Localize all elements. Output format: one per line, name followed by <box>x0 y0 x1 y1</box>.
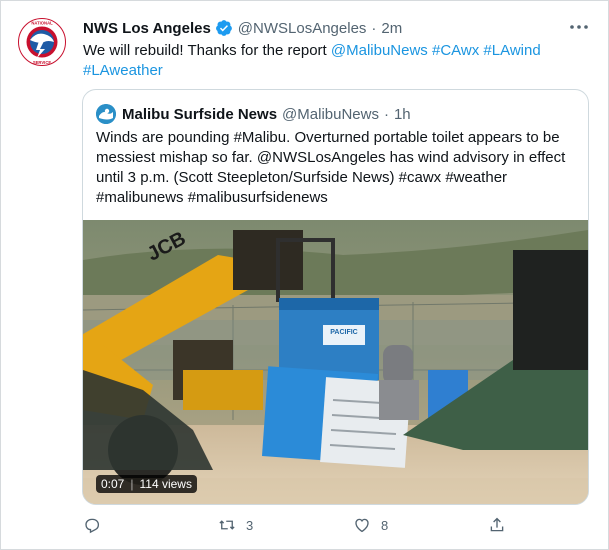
video-player[interactable]: JCB PACIFIC 0:07 | 114 views <box>83 220 588 504</box>
share-button[interactable] <box>488 513 506 537</box>
nws-logo-avatar[interactable]: NATIONAL SERVICE <box>18 18 66 66</box>
author-handle[interactable]: @NWSLosAngeles <box>238 20 367 37</box>
video-frame: JCB PACIFIC <box>83 220 588 504</box>
like-icon <box>355 518 369 533</box>
like-count: 8 <box>381 517 389 533</box>
reply-icon <box>85 518 100 534</box>
quoted-avatar[interactable] <box>96 104 116 124</box>
hashtag-link[interactable]: #LAwind <box>483 42 540 59</box>
tweet-header: NWS Los Angeles @NWSLosAngeles · 2m <box>83 17 402 39</box>
quoted-author-handle[interactable]: @MalibuNews <box>282 106 379 123</box>
quoted-separator: · <box>383 105 389 123</box>
video-stats-badge: 0:07 | 114 views <box>96 475 197 493</box>
verified-icon <box>215 20 232 36</box>
tweet-actions: 3 8 <box>83 513 583 537</box>
reply-button[interactable] <box>83 513 111 537</box>
tweet-timestamp[interactable]: 2m <box>381 20 402 37</box>
video-scene-toilet-label: PACIFIC <box>330 329 357 336</box>
quoted-header: Malibu Surfside News @MalibuNews · 1h <box>96 104 411 124</box>
quoted-tweet[interactable]: Malibu Surfside News @MalibuNews · 1h Wi… <box>82 89 589 505</box>
quoted-timestamp[interactable]: 1h <box>394 106 411 123</box>
author-name[interactable]: NWS Los Angeles <box>83 20 211 37</box>
svg-text:NATIONAL: NATIONAL <box>31 21 53 26</box>
tweet-text: We will rebuild! Thanks for the report @… <box>83 41 583 81</box>
header-separator: · <box>371 19 377 37</box>
svg-text:SERVICE: SERVICE <box>33 60 52 65</box>
video-views: 114 views <box>139 477 192 491</box>
quoted-author-name[interactable]: Malibu Surfside News <box>122 106 277 123</box>
more-icon <box>570 25 588 29</box>
hashtag-link[interactable]: #LAweather <box>83 62 163 79</box>
retweet-button[interactable]: 3 <box>218 513 253 537</box>
retweet-icon <box>219 520 235 530</box>
share-icon <box>490 517 504 532</box>
video-timestamp: 0:07 <box>101 477 125 491</box>
retweet-count: 3 <box>246 517 254 533</box>
more-options-button[interactable] <box>567 19 591 35</box>
mention-link[interactable]: @MalibuNews <box>331 42 428 59</box>
like-button[interactable]: 8 <box>353 513 388 537</box>
tweet-card[interactable]: NATIONAL SERVICE NWS Los Angeles @NWSLos… <box>0 0 609 550</box>
hashtag-link[interactable]: #CAwx <box>432 42 479 59</box>
tweet-text-plain: We will rebuild! Thanks for the report <box>83 42 331 59</box>
quoted-text: Winds are pounding #Malibu. Overturned p… <box>96 129 566 206</box>
